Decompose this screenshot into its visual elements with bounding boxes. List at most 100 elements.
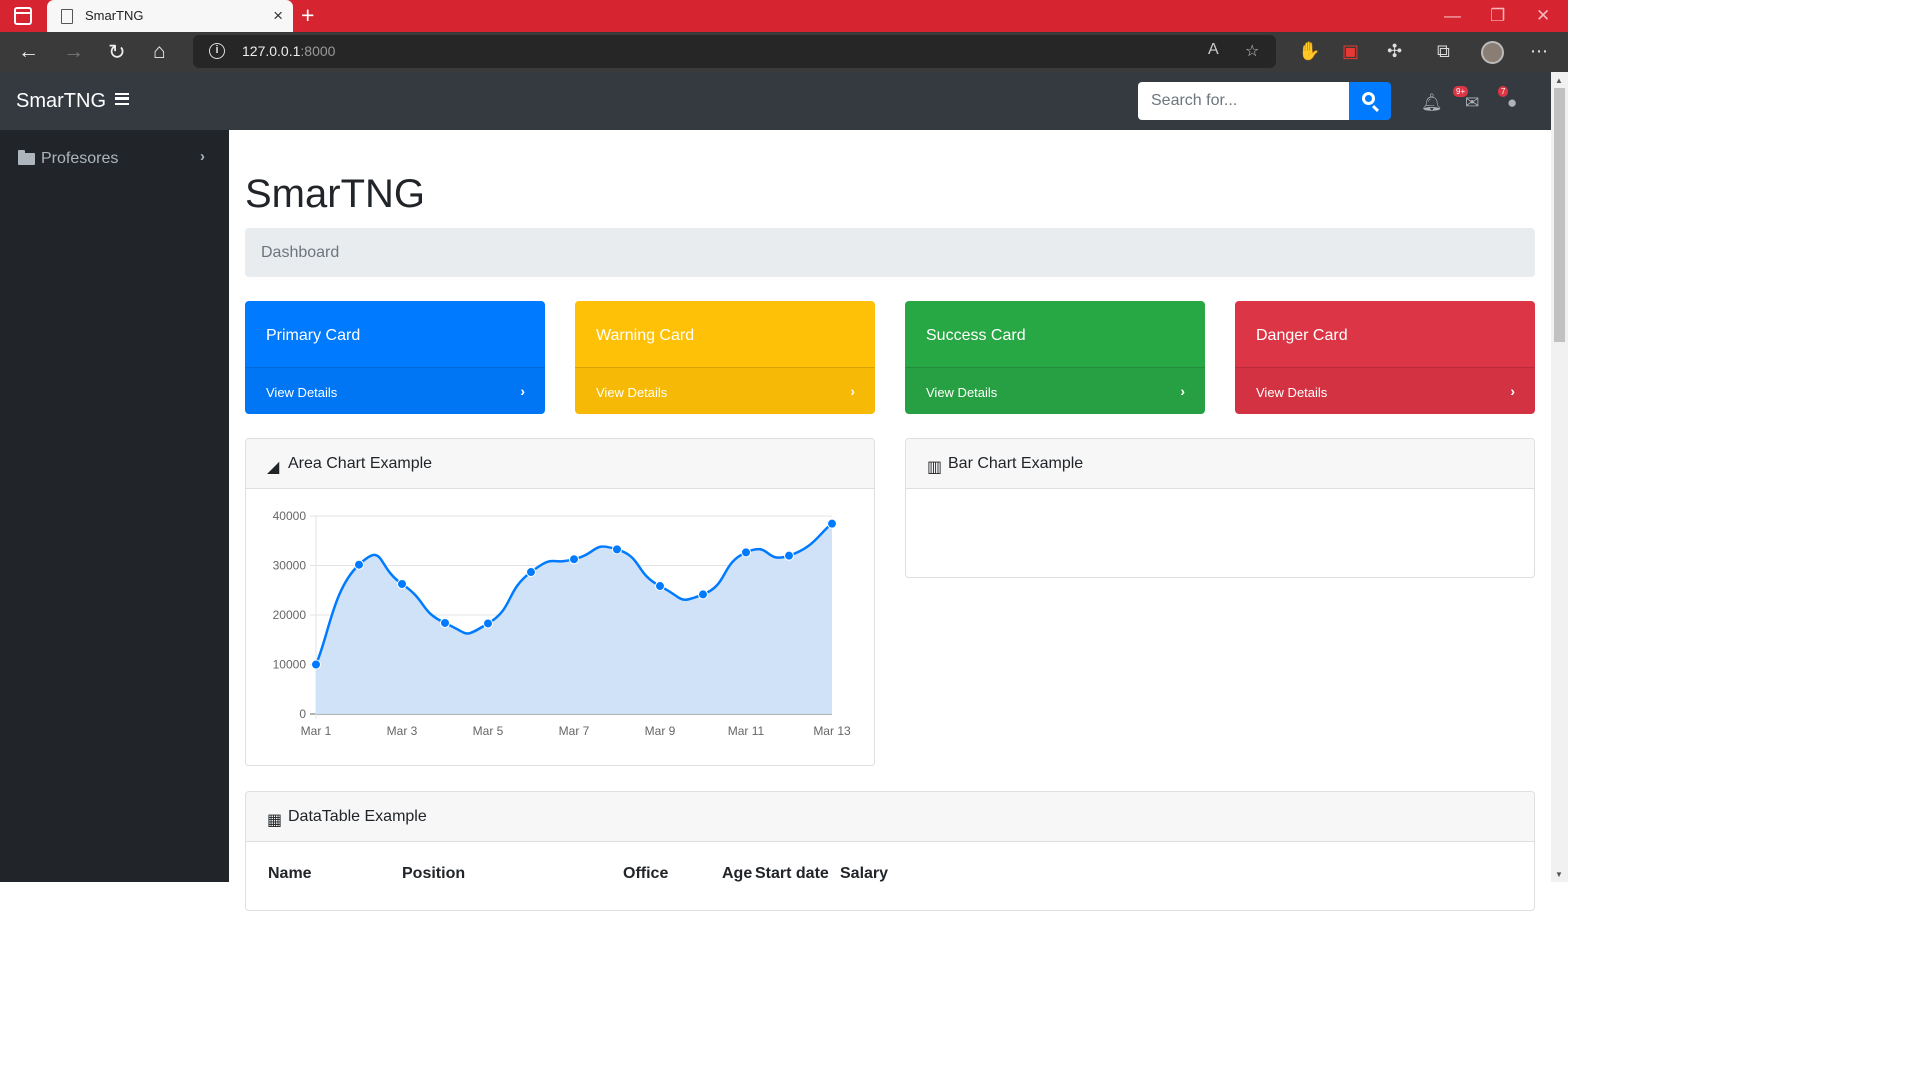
card-footer[interactable]: View Details › [245, 367, 545, 414]
search-button[interactable] [1349, 82, 1391, 120]
back-icon[interactable]: ← [18, 40, 39, 64]
data-point [784, 550, 794, 561]
card-footer[interactable]: View Details › [575, 367, 875, 414]
profile-avatar[interactable] [1481, 41, 1504, 64]
data-point [827, 518, 837, 529]
y-tick-label: 10000 [273, 658, 307, 672]
data-point [526, 567, 536, 578]
restore-icon[interactable]: ❐ [1490, 6, 1505, 26]
site-info-icon[interactable]: i [209, 43, 225, 59]
bar-chart-panel: ▥ Bar Chart Example [905, 438, 1535, 578]
bell-icon[interactable]: 🔔︎ [1421, 93, 1443, 113]
x-tick-label: Mar 13 [813, 724, 851, 738]
area-chart-icon: ◢ [267, 459, 280, 476]
datatable-panel: ▦ DataTable Example [245, 791, 1535, 911]
view-details-link[interactable]: View Details [596, 385, 667, 400]
x-tick-label: Mar 5 [473, 724, 504, 738]
browser-tab-bar: SmarTNG × + — ❐ ✕ [0, 0, 1568, 32]
extension-hand-icon[interactable]: ✋ [1298, 41, 1320, 62]
scrollbar-thumb[interactable] [1554, 88, 1565, 342]
panel-header: ▥ Bar Chart Example [906, 439, 1534, 489]
new-tab-icon[interactable]: + [301, 2, 314, 29]
column-header-position[interactable]: Position [402, 865, 465, 883]
column-header-age[interactable]: Age [722, 865, 752, 883]
data-point [311, 659, 321, 670]
warning-card: Warning Card View Details › [575, 301, 875, 414]
column-header-start-date[interactable]: Start date [755, 865, 829, 883]
breadcrumb-item[interactable]: Dashboard [261, 244, 339, 262]
success-card: Success Card View Details › [905, 301, 1205, 414]
address-bar[interactable]: i 127.0.0.1:8000 A ☆ [193, 35, 1276, 68]
page-scrollbar[interactable]: ▲ ▼ [1551, 72, 1568, 882]
home-icon[interactable]: ⌂ [153, 40, 166, 64]
search-input[interactable] [1138, 82, 1350, 120]
collections-icon[interactable]: ⧉ [1437, 41, 1450, 62]
chevron-right-icon: › [200, 148, 205, 165]
scroll-down-icon[interactable]: ▼ [1555, 870, 1563, 879]
card-footer[interactable]: View Details › [1235, 367, 1535, 414]
primary-card: Primary Card View Details › [245, 301, 545, 414]
minimize-icon[interactable]: — [1444, 6, 1461, 26]
reload-icon[interactable]: ↻ [108, 40, 126, 65]
user-circle-icon[interactable]: ● [1507, 93, 1517, 113]
data-point [741, 547, 751, 558]
chevron-right-icon: › [520, 383, 525, 399]
data-point [612, 544, 622, 555]
sidebar: Profesores › [0, 130, 229, 882]
data-point [483, 618, 493, 629]
x-tick-label: Mar 9 [645, 724, 676, 738]
danger-card: Danger Card View Details › [1235, 301, 1535, 414]
chevron-right-icon: › [1510, 383, 1515, 399]
data-point [655, 581, 665, 592]
navbar-brand[interactable]: SmarTNG [16, 90, 106, 113]
extension-red-icon[interactable]: ▣ [1342, 41, 1359, 62]
sidebar-item-label: Profesores [41, 150, 119, 167]
panel-title: Bar Chart Example [948, 455, 1084, 472]
chevron-right-icon: › [1180, 383, 1185, 399]
favorite-icon[interactable]: ☆ [1245, 41, 1259, 61]
column-header-office[interactable]: Office [623, 865, 668, 883]
data-point [397, 578, 407, 589]
tab-title: SmarTNG [85, 8, 144, 23]
more-menu-icon[interactable]: ⋯ [1530, 41, 1548, 62]
close-tab-icon[interactable]: × [273, 6, 283, 26]
folder-icon [18, 150, 35, 165]
column-header-name[interactable]: Name [268, 865, 312, 883]
scroll-up-icon[interactable]: ▲ [1555, 76, 1563, 85]
forward-icon[interactable]: → [63, 40, 84, 64]
data-point [354, 559, 364, 570]
x-tick-label: Mar 1 [301, 724, 332, 738]
page-title: SmarTNG [245, 172, 425, 216]
view-details-link[interactable]: View Details [926, 385, 997, 400]
browser-tab[interactable]: SmarTNG × [47, 0, 293, 32]
y-tick-label: 30000 [273, 559, 307, 573]
column-header-salary[interactable]: Salary [840, 865, 888, 883]
tab-actions-icon[interactable] [14, 7, 32, 25]
view-details-link[interactable]: View Details [1256, 385, 1327, 400]
url-text[interactable]: 127.0.0.1:8000 [242, 43, 335, 59]
window-close-icon[interactable]: ✕ [1536, 6, 1550, 26]
y-tick-label: 40000 [273, 509, 307, 523]
sidebar-toggle-icon[interactable] [115, 93, 129, 105]
x-tick-label: Mar 3 [387, 724, 418, 738]
app-navbar: SmarTNG 🔔︎ 9+ ✉ 7 ● [0, 72, 1551, 130]
breadcrumb: Dashboard [245, 228, 1535, 277]
table-icon: ▦ [267, 812, 283, 829]
view-details-link[interactable]: View Details [266, 385, 337, 400]
area-chart: 0 10000 20000 30000 40000 Mar 1 Mar 3 Mar 5 Mar … [273, 509, 851, 738]
y-tick-label: 0 [299, 707, 306, 721]
sidebar-item-profesores[interactable]: Profesores › [0, 147, 229, 171]
area-fill [316, 523, 832, 714]
panel-title: Area Chart Example [288, 455, 433, 472]
data-point [440, 617, 450, 628]
envelope-icon[interactable]: ✉ [1465, 93, 1479, 113]
card-title: Success Card [926, 327, 1026, 344]
card-footer[interactable]: View Details › [905, 367, 1205, 414]
bar-chart-icon: ▥ [927, 459, 943, 476]
x-tick-label: Mar 7 [559, 724, 590, 738]
panel-header: ◢ Area Chart Example [246, 439, 874, 489]
read-aloud-icon[interactable]: A [1208, 41, 1219, 59]
extensions-icon[interactable]: ✣ [1387, 41, 1402, 62]
y-tick-label: 20000 [273, 608, 307, 622]
page-icon [61, 9, 73, 24]
